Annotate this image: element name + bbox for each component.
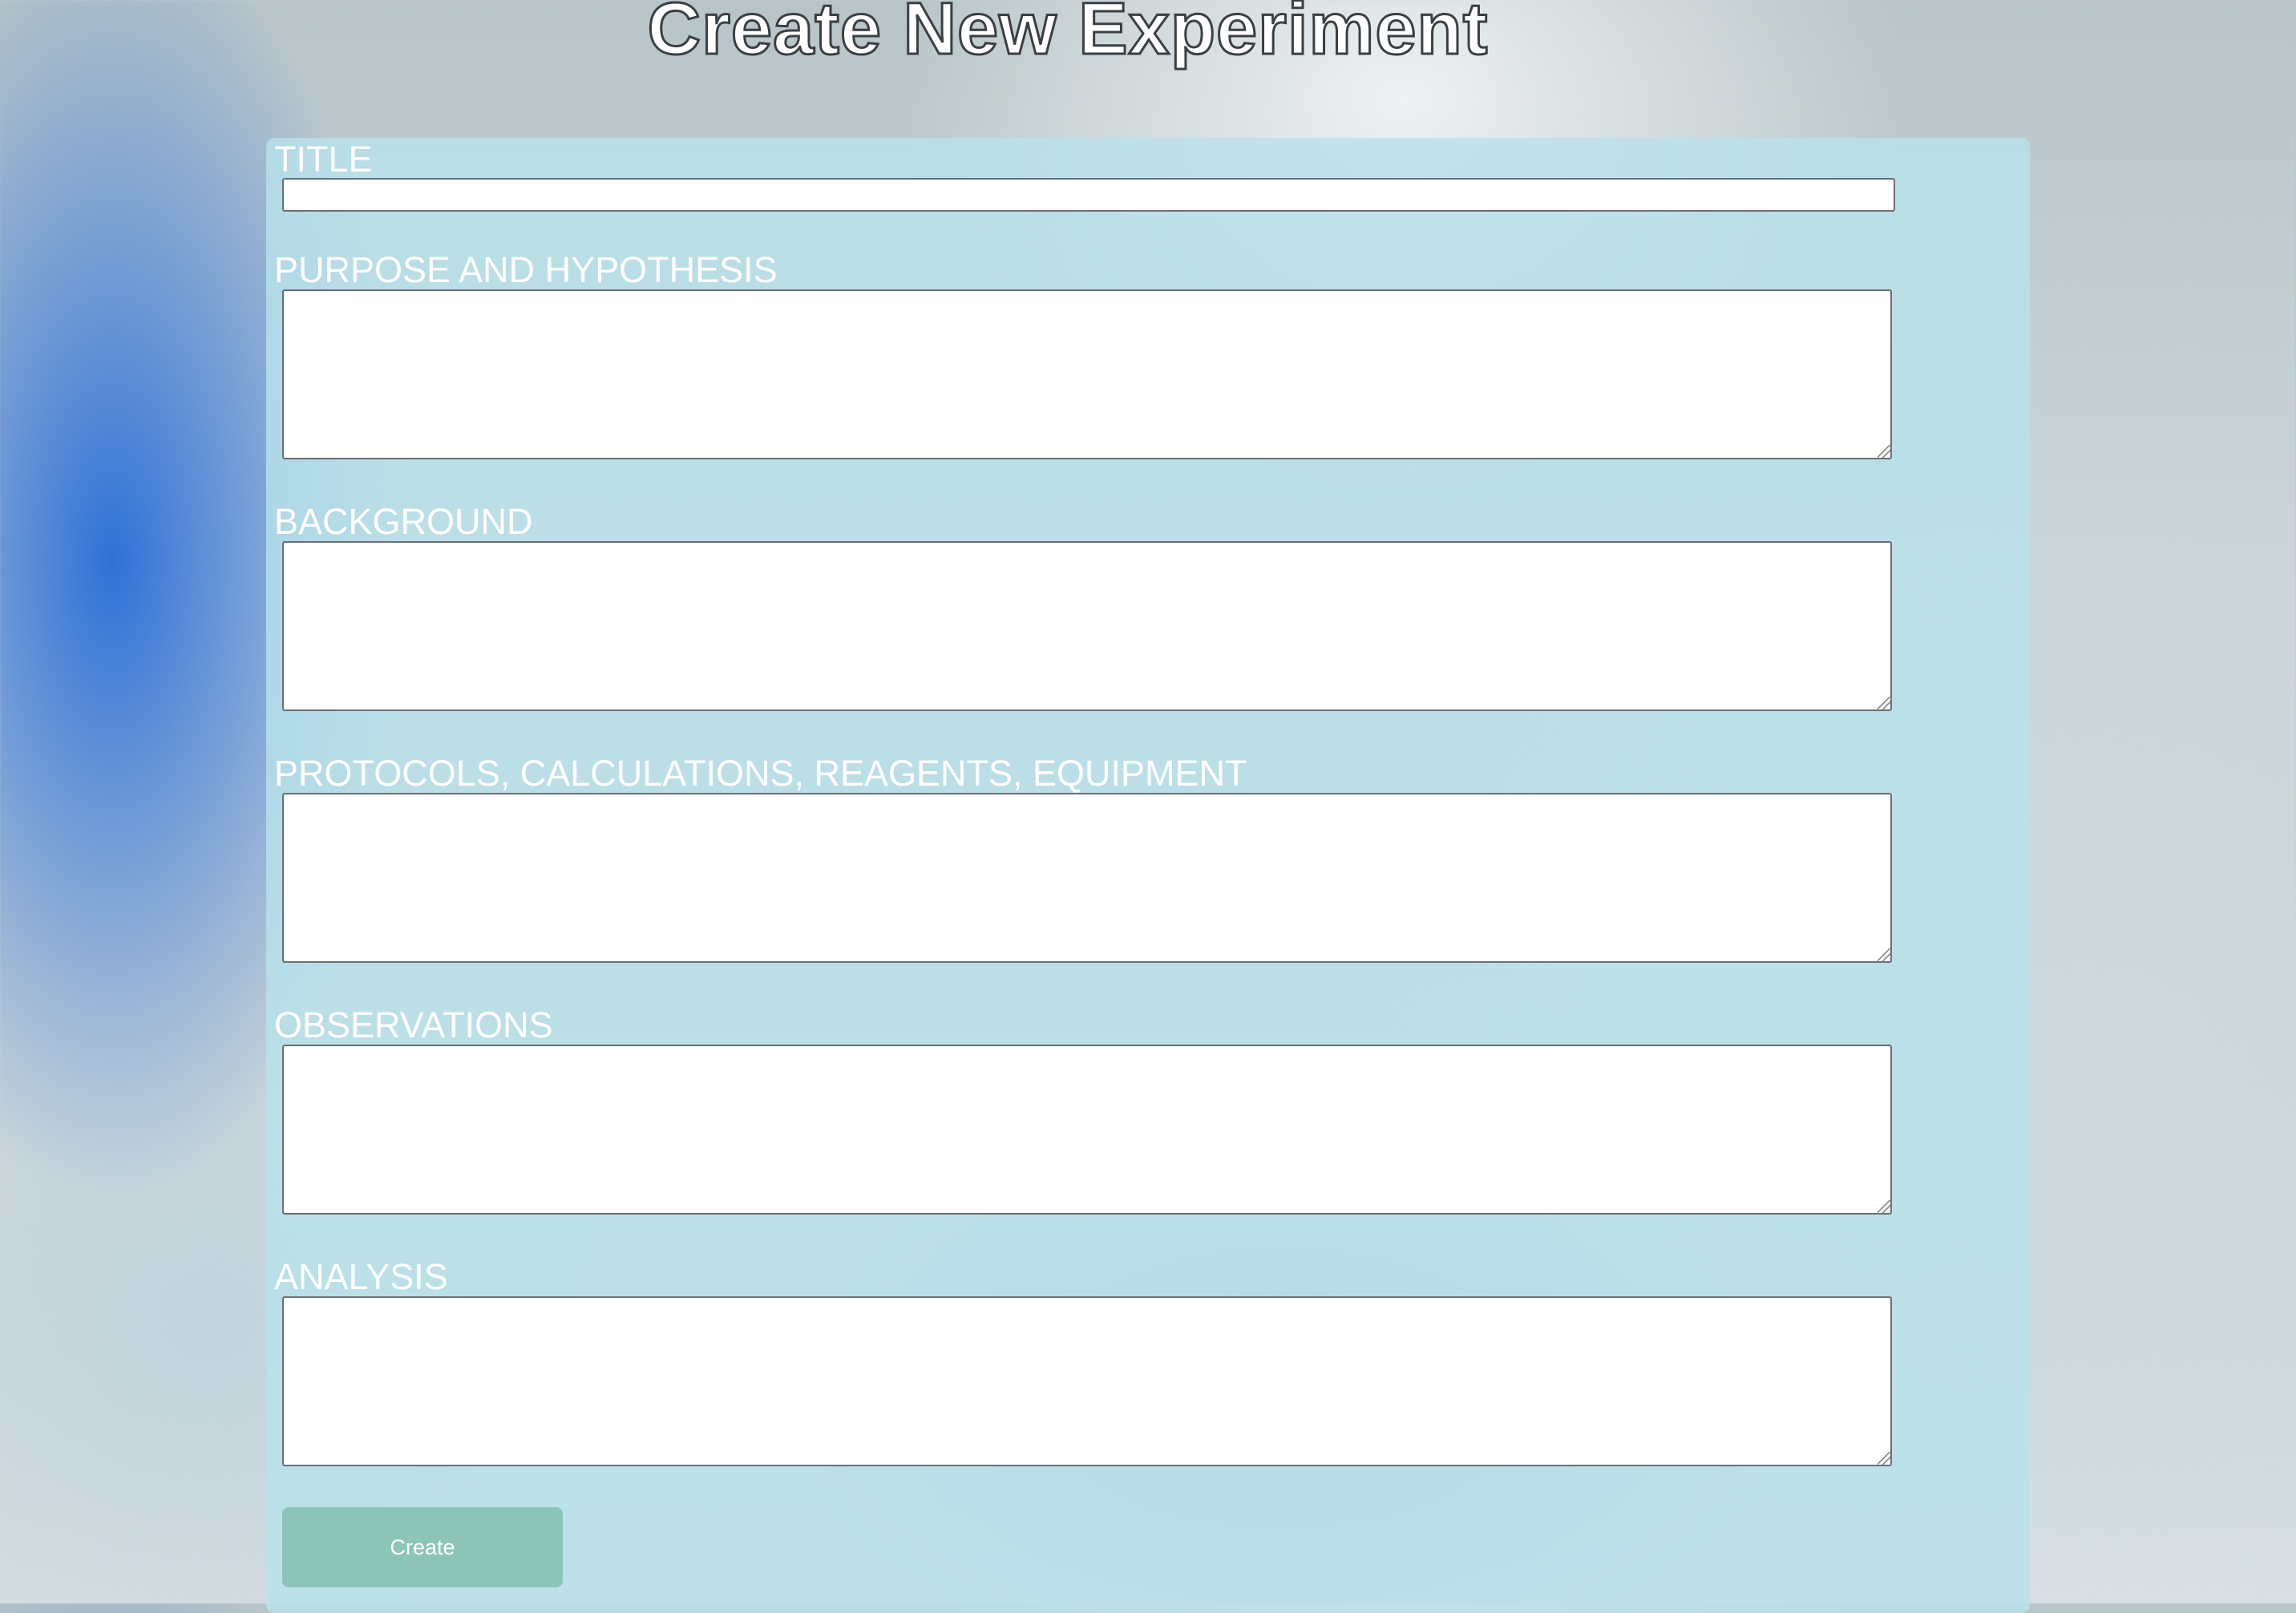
observations-textarea[interactable] bbox=[282, 1045, 1892, 1215]
page-title: Create New Experiment bbox=[646, 0, 1489, 71]
title-input[interactable] bbox=[282, 178, 1895, 212]
observations-label: OBSERVATIONS bbox=[274, 1005, 553, 1045]
background-label: BACKGROUND bbox=[274, 501, 533, 542]
background-textarea[interactable] bbox=[282, 541, 1892, 711]
purpose-hypothesis-textarea[interactable] bbox=[282, 289, 1892, 459]
analysis-label: ANALYSIS bbox=[274, 1256, 448, 1297]
analysis-textarea[interactable] bbox=[282, 1296, 1892, 1466]
resize-grip-icon[interactable] bbox=[1878, 1200, 1890, 1213]
protocols-textarea[interactable] bbox=[282, 793, 1892, 963]
resize-grip-icon[interactable] bbox=[1878, 445, 1890, 458]
create-button[interactable]: Create bbox=[282, 1507, 563, 1587]
protocols-label: PROTOCOLS, CALCULATIONS, REAGENTS, EQUIP… bbox=[274, 753, 1247, 794]
experiment-form: TITLE PURPOSE AND HYPOTHESIS BACKGROUND … bbox=[266, 138, 2030, 1613]
resize-grip-icon[interactable] bbox=[1878, 1452, 1890, 1465]
purpose-hypothesis-label: PURPOSE AND HYPOTHESIS bbox=[274, 249, 778, 290]
resize-grip-icon[interactable] bbox=[1878, 948, 1890, 961]
resize-grip-icon[interactable] bbox=[1878, 697, 1890, 709]
title-label: TITLE bbox=[274, 139, 373, 180]
